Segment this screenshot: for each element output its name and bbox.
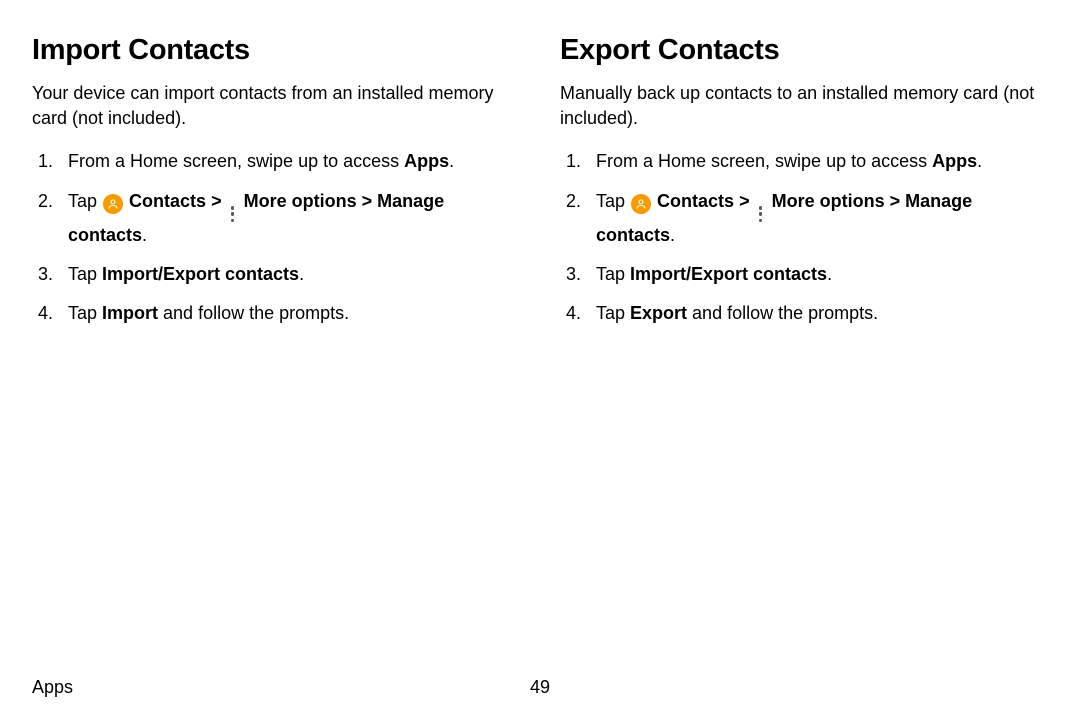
export-step-4: Tap Export and follow the prompts. [560, 301, 1048, 326]
more-options-icon [756, 205, 766, 223]
more-options-icon [228, 205, 238, 223]
export-step-1: From a Home screen, swipe up to access A… [560, 149, 1048, 174]
text: Tap [68, 191, 102, 211]
text: . [142, 225, 147, 245]
import-export-label: Import/Export contacts [630, 264, 827, 284]
chevron-icon: > [890, 191, 901, 211]
text: . [977, 151, 982, 171]
more-options-label: More options [767, 191, 885, 211]
text: From a Home screen, swipe up to access [596, 151, 932, 171]
footer-section: Apps [32, 677, 73, 698]
text: Tap [596, 191, 630, 211]
apps-label: Apps [932, 151, 977, 171]
import-intro: Your device can import contacts from an … [32, 81, 520, 131]
chevron-icon: > [211, 191, 222, 211]
export-intro: Manually back up contacts to an installe… [560, 81, 1048, 131]
text: Tap [68, 264, 102, 284]
text: and follow the prompts. [158, 303, 349, 323]
import-step-2: Tap Contacts > More options > Manage con… [32, 189, 520, 249]
chevron-icon: > [739, 191, 750, 211]
chevron-icon: > [362, 191, 373, 211]
import-title: Import Contacts [32, 34, 520, 67]
export-step-3: Tap Import/Export contacts. [560, 262, 1048, 287]
contacts-icon [631, 194, 651, 214]
footer-page-number: 49 [530, 677, 550, 698]
import-contacts-section: Import Contacts Your device can import c… [32, 34, 520, 341]
export-title: Export Contacts [560, 34, 1048, 67]
text: . [670, 225, 675, 245]
import-step-1: From a Home screen, swipe up to access A… [32, 149, 520, 174]
more-options-label: More options [239, 191, 357, 211]
import-label: Import [102, 303, 158, 323]
import-steps: From a Home screen, swipe up to access A… [32, 149, 520, 326]
text: and follow the prompts. [687, 303, 878, 323]
contacts-icon [103, 194, 123, 214]
import-step-4: Tap Import and follow the prompts. [32, 301, 520, 326]
text: . [449, 151, 454, 171]
export-contacts-section: Export Contacts Manually back up contact… [560, 34, 1048, 341]
import-export-label: Import/Export contacts [102, 264, 299, 284]
text: Tap [596, 303, 630, 323]
apps-label: Apps [404, 151, 449, 171]
export-step-2: Tap Contacts > More options > Manage con… [560, 189, 1048, 249]
text: Tap [596, 264, 630, 284]
text: Tap [68, 303, 102, 323]
export-steps: From a Home screen, swipe up to access A… [560, 149, 1048, 326]
text: . [827, 264, 832, 284]
import-step-3: Tap Import/Export contacts. [32, 262, 520, 287]
content-columns: Import Contacts Your device can import c… [32, 34, 1048, 341]
text: . [299, 264, 304, 284]
text: From a Home screen, swipe up to access [68, 151, 404, 171]
page-footer: Apps 49 [32, 677, 1048, 698]
contacts-label: Contacts [652, 191, 734, 211]
contacts-label: Contacts [124, 191, 206, 211]
export-label: Export [630, 303, 687, 323]
